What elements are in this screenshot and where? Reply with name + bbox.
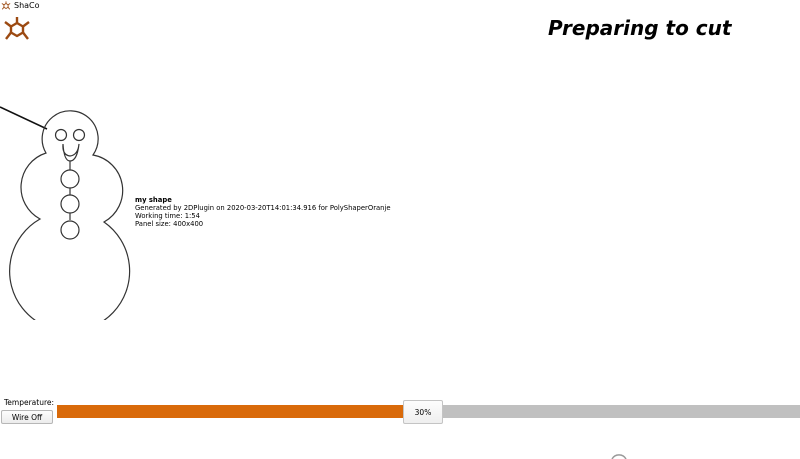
snowman-button-2 [60,194,80,214]
progress-percent-label: 30% [403,400,443,424]
title-bar: ShaCo [0,0,40,12]
loading-spinner-icon [611,454,627,459]
progress-bar-fill [57,405,404,418]
brand-logo-icon [4,17,30,40]
shape-info: my shape Generated by 2DPlugin on 2020-0… [135,196,391,228]
snowman-eye-left [54,128,68,142]
shape-generated: Generated by 2DPlugin on 2020-03-20T14:0… [135,204,391,212]
app-title: ShaCo [14,1,40,10]
snowman-mouth [62,143,80,162]
shape-working-time: Working time: 1:54 [135,212,200,220]
shape-preview [0,106,131,320]
snowman-eye-right [72,128,86,142]
snowman-button-3 [60,220,80,240]
snowman-button-1 [60,169,80,189]
temperature-label: Temperature: [4,398,55,407]
shape-name: my shape [135,196,172,204]
app-logo-icon [1,1,11,10]
wire-off-button[interactable]: Wire Off [1,410,53,424]
wire-path-line [0,106,48,130]
shape-panel-size: Panel size: 400x400 [135,220,204,228]
page-title: Preparing to cut [548,16,732,40]
